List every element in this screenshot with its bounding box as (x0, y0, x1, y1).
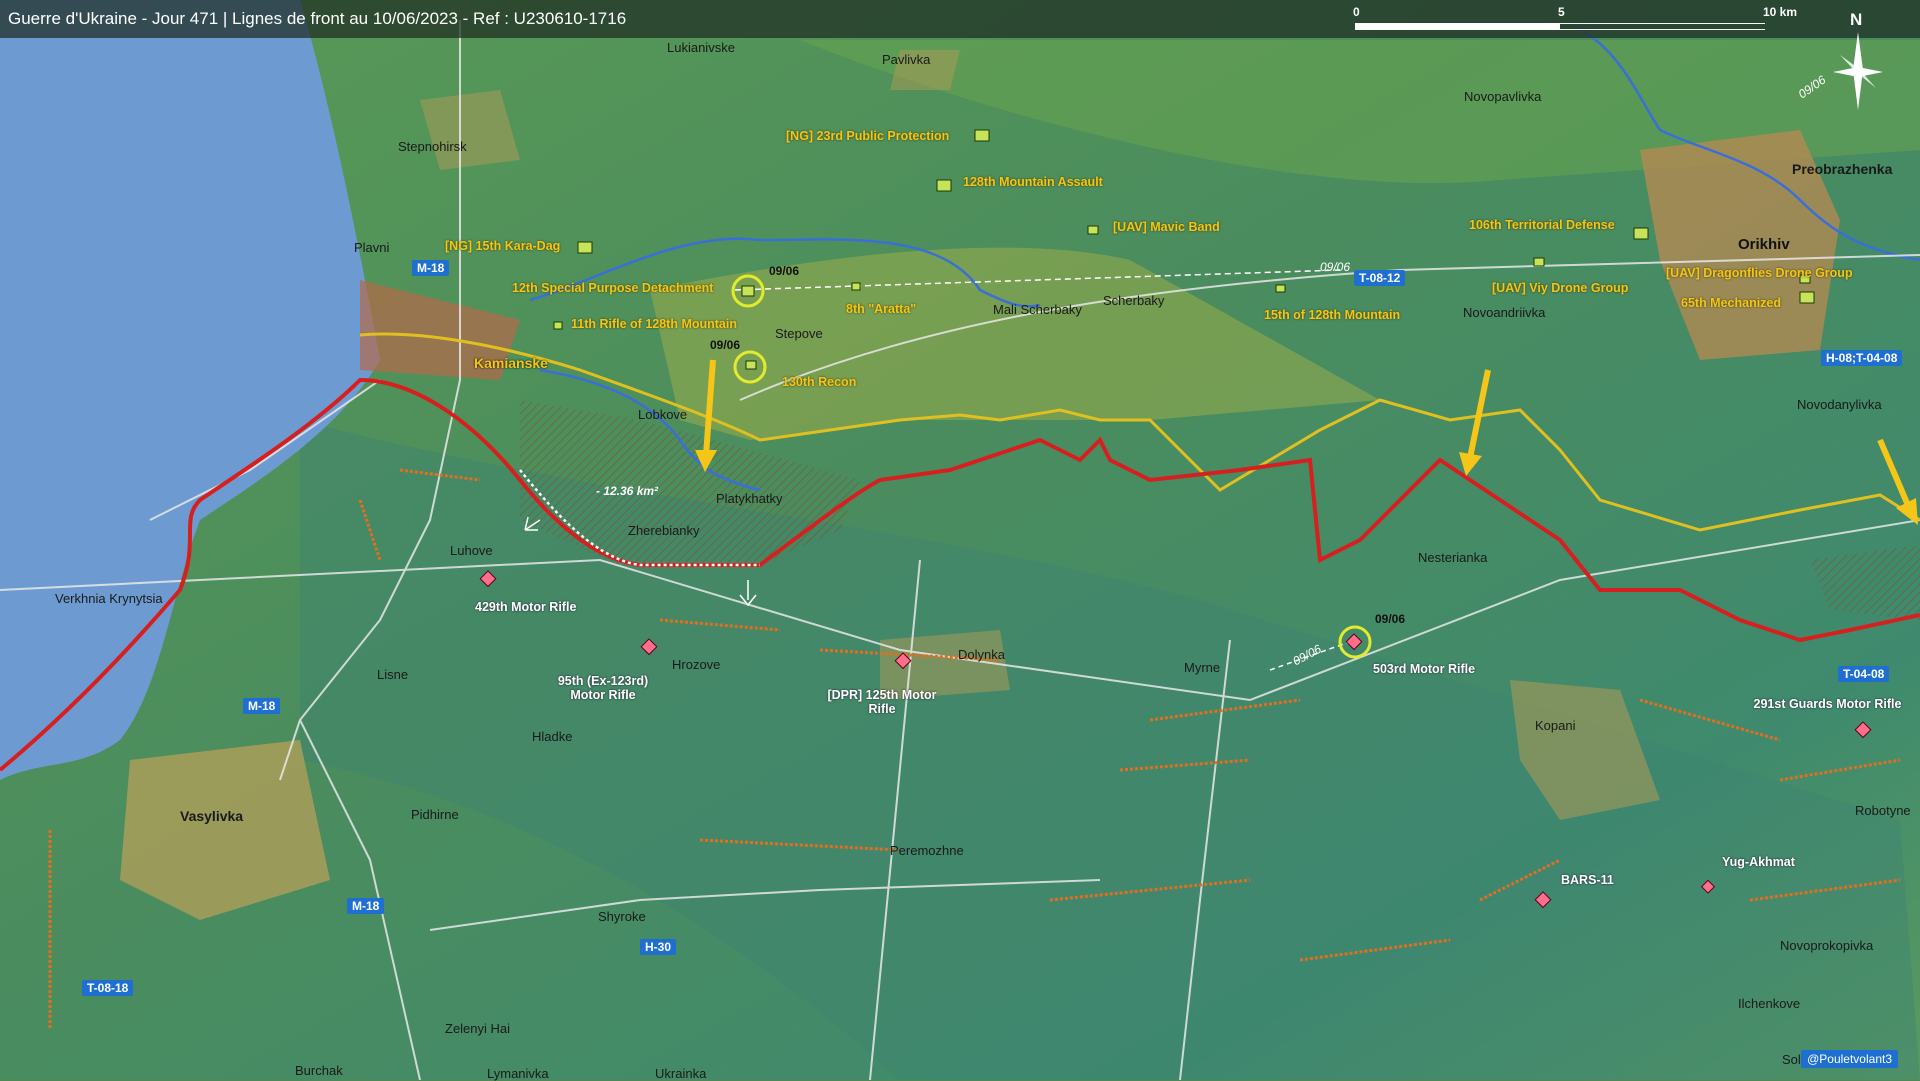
place-novodanylivka: Novodanylivka (1797, 397, 1882, 412)
place-robotyne: Robotyne (1855, 803, 1911, 818)
road-m18: M-18 (347, 898, 385, 914)
ru-unit-95th: 95th (Ex-123rd) Motor Rifle (557, 674, 649, 702)
place-mali-scherbaky: Mali Scherbaky (993, 302, 1082, 317)
ua-unit-11th-rifle: 11th Rifle of 128th Mountain (571, 317, 737, 331)
place-zherebianky: Zherebianky (628, 523, 700, 538)
ua-unit-mavic-band: [UAV] Mavic Band (1113, 220, 1220, 234)
area-change-label: - 12.36 km² (596, 484, 659, 498)
ua-unit-128th-mountain: 128th Mountain Assault (963, 175, 1103, 189)
place-novopavlivka: Novopavlivka (1464, 89, 1542, 104)
ru-unit-dpr-125th: [DPR] 125th Motor Rifle (827, 688, 937, 716)
scale-label-5: 5 (1558, 5, 1565, 19)
place-stepnohirsk: Stepnohirsk (398, 139, 467, 154)
ru-unit-291st: 291st Guards Motor Rifle (1753, 697, 1902, 711)
scale-label-10: 10 km (1763, 5, 1798, 19)
road-t0812: T-08-12 (1354, 270, 1406, 286)
date-label: 09/06 (1320, 260, 1351, 274)
place-kamianske: Kamianske (474, 355, 548, 371)
road-m18: M-18 (243, 698, 281, 714)
ua-unit-ng-15th: [NG] 15th Kara-Dag (445, 239, 561, 253)
scale-segment (1355, 23, 1560, 30)
ua-unit-15th-128th: 15th of 128th Mountain (1264, 308, 1401, 322)
place-burchak: Burchak (295, 1063, 343, 1078)
ua-unit-8th-aratta: 8th "Aratta" (846, 302, 917, 316)
place-hladke: Hladke (532, 729, 573, 744)
place-pidhirne: Pidhirne (411, 807, 459, 822)
place-luhove: Luhove (450, 543, 493, 558)
road-t0408: T-04-08 (1838, 666, 1890, 682)
place-lymanivka: Lymanivka (487, 1066, 549, 1081)
place-sol: Sol (1782, 1052, 1801, 1067)
date-label: 09/06 (1375, 612, 1406, 626)
place-ilchenkove: Ilchenkove (1738, 996, 1801, 1011)
place-dolynka: Dolynka (958, 647, 1005, 662)
place-verkhnia-krynytsia: Verkhnia Krynytsia (55, 591, 163, 606)
place-pavlivka: Pavlivka (882, 52, 931, 67)
place-lobkove: Lobkove (638, 407, 688, 422)
ua-unit-12th-spd: 12th Special Purpose Detachment (512, 281, 714, 295)
scale-segment (1560, 23, 1765, 30)
ua-unit-130th-recon: 130th Recon (782, 375, 857, 389)
north-arrow-icon: N (1828, 10, 1888, 120)
place-vasylivka: Vasylivka (180, 808, 244, 824)
date-label: 09/06 (710, 338, 741, 352)
date-label: 09/06 (769, 264, 800, 278)
place-novoandriivka: Novoandriivka (1463, 305, 1546, 320)
place-myrne: Myrne (1184, 660, 1221, 675)
place-ukrainka: Ukrainka (655, 1066, 707, 1081)
place-scherbaky: Scherbaky (1103, 293, 1165, 308)
place-peremozhne: Peremozhne (890, 843, 964, 858)
ua-unit-viy-drone: [UAV] Viy Drone Group (1492, 281, 1629, 295)
scale-label-0: 0 (1353, 5, 1360, 19)
road-h08-t0408: H-08;T-04-08 (1821, 350, 1903, 366)
road-h30: H-30 (640, 939, 677, 955)
place-lukianivske: Lukianivske (667, 40, 735, 55)
ua-unit-65th-mech: 65th Mechanized (1681, 296, 1782, 310)
place-platykhatky: Platykhatky (716, 491, 783, 506)
road-m18: M-18 (412, 260, 450, 276)
place-shyroke: Shyroke (598, 909, 646, 924)
ua-unit-ng-23rd: [NG] 23rd Public Protection (786, 129, 950, 143)
place-orikhiv: Orikhiv (1738, 236, 1790, 253)
road-t0818: T-08-18 (82, 980, 134, 996)
ru-unit-yug-akhmat: Yug-Akhmat (1722, 855, 1795, 869)
ru-unit-bars-11: BARS-11 (1561, 873, 1614, 887)
ru-unit-429th: 429th Motor Rifle (475, 600, 577, 614)
place-hrozove: Hrozove (672, 657, 721, 672)
place-kopani: Kopani (1535, 718, 1576, 733)
terrain-map (0, 0, 1920, 1080)
place-stepove: Stepove (775, 326, 823, 341)
place-preobrazhenka: Preobrazhenka (1792, 161, 1893, 177)
scale-bar: 0 5 10 km (1353, 5, 1805, 34)
author-credit: @Pouletvolant3 (1801, 1050, 1898, 1068)
ua-unit-106th-td: 106th Territorial Defense (1469, 218, 1615, 232)
ru-unit-503rd: 503rd Motor Rifle (1373, 662, 1476, 676)
place-lisne: Lisne (377, 667, 409, 682)
place-zelenyi-hai: Zelenyi Hai (445, 1021, 511, 1036)
place-plavni: Plavni (354, 240, 390, 255)
ua-unit-dragonflies: [UAV] Dragonflies Drone Group (1666, 266, 1853, 280)
place-nesterianka: Nesterianka (1418, 550, 1488, 565)
place-novoprokopivka: Novoprokopivka (1780, 938, 1874, 953)
